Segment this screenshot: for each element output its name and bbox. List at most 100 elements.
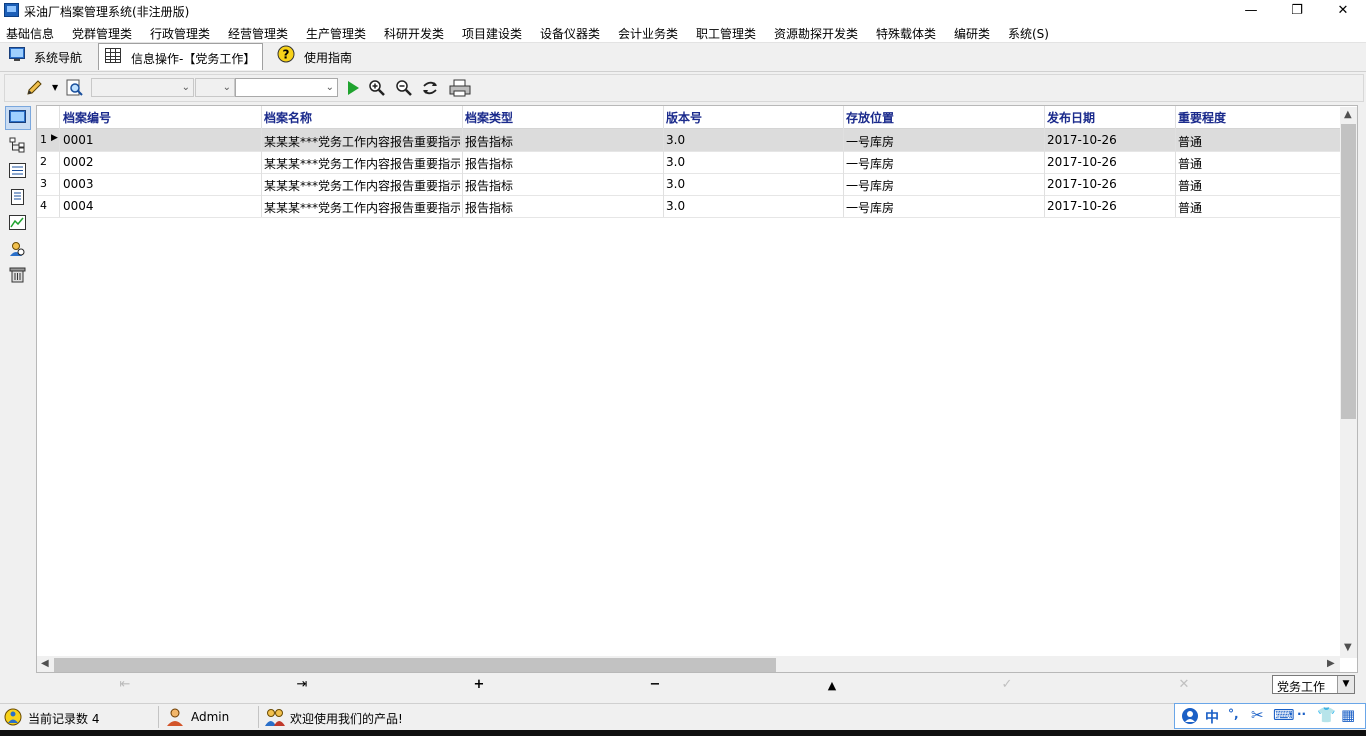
add-record-icon[interactable]: + xyxy=(469,677,489,692)
recycle-bin-icon[interactable] xyxy=(9,267,26,283)
menu-item-basic[interactable]: 基础信息 xyxy=(6,25,54,42)
ime-logo-icon[interactable] xyxy=(1181,707,1199,725)
menu-item-project[interactable]: 项目建设类 xyxy=(462,25,522,42)
cell-level[interactable]: 普通 xyxy=(1178,177,1338,194)
cell-id[interactable]: 0003 xyxy=(63,177,259,191)
horizontal-scroll-thumb[interactable] xyxy=(54,658,776,672)
ime-punctuation[interactable]: °, xyxy=(1228,707,1239,721)
document-icon[interactable] xyxy=(9,189,26,205)
menu-item-system[interactable]: 系统(S) xyxy=(1008,25,1049,42)
cell-location[interactable]: 一号库房 xyxy=(846,155,1042,172)
edit-record-icon[interactable]: ▲ xyxy=(822,679,842,692)
cancel-record-icon[interactable]: ✕ xyxy=(1174,677,1194,692)
column-header-id[interactable]: 档案编号 xyxy=(63,109,259,126)
zoom-in-icon[interactable] xyxy=(368,79,386,97)
menu-item-equipment[interactable]: 设备仪器类 xyxy=(540,25,600,42)
skin-shirt-icon[interactable]: 👕 xyxy=(1317,706,1336,724)
value-select[interactable]: ⌄ xyxy=(235,78,338,97)
cell-level[interactable]: 普通 xyxy=(1178,155,1338,172)
cell-type[interactable]: 报告指标 xyxy=(465,133,661,150)
operator-select[interactable]: ⌄ xyxy=(195,78,235,97)
tree-structure-icon[interactable] xyxy=(9,137,26,153)
close-button[interactable]: ✕ xyxy=(1320,0,1366,22)
edit-pencil-icon[interactable] xyxy=(25,79,43,97)
tab-info-operation[interactable]: 信息操作-【党务工作】 xyxy=(98,43,263,70)
last-record-icon[interactable]: ⇥ xyxy=(292,677,312,692)
grid-menu-icon[interactable]: ▦ xyxy=(1341,706,1355,724)
ime-tools-icon[interactable]: ✂ xyxy=(1251,706,1264,724)
cell-date[interactable]: 2017-10-26 xyxy=(1047,133,1173,147)
cell-id[interactable]: 0001 xyxy=(63,133,259,147)
search-doc-icon[interactable] xyxy=(66,79,84,97)
cell-version[interactable]: 3.0 xyxy=(666,133,841,147)
column-header-level[interactable]: 重要程度 xyxy=(1178,109,1338,126)
cell-level[interactable]: 普通 xyxy=(1178,133,1338,150)
menu-item-staff[interactable]: 职工管理类 xyxy=(696,25,756,42)
zoom-out-icon[interactable] xyxy=(395,79,413,97)
cell-date[interactable]: 2017-10-26 xyxy=(1047,199,1173,213)
scroll-down-arrow-icon[interactable]: ▼ xyxy=(1344,642,1352,653)
chart-icon[interactable] xyxy=(9,215,26,231)
cell-location[interactable]: 一号库房 xyxy=(846,177,1042,194)
table-row[interactable]: 2 0002 某某某***党务工作内容报告重要指示 报告指标 3.0 一号库房 … xyxy=(37,151,1342,174)
column-header-version[interactable]: 版本号 xyxy=(666,109,841,126)
refresh-icon[interactable] xyxy=(421,79,439,97)
menu-item-admin[interactable]: 行政管理类 xyxy=(150,25,210,42)
delete-record-icon[interactable]: − xyxy=(645,677,665,692)
chevron-down-icon[interactable]: ▼ xyxy=(52,83,58,92)
column-header-name[interactable]: 档案名称 xyxy=(264,109,460,126)
cell-type[interactable]: 报告指标 xyxy=(465,177,661,194)
cell-date[interactable]: 2017-10-26 xyxy=(1047,177,1173,191)
menu-item-production[interactable]: 生产管理类 xyxy=(306,25,366,42)
ime-dots[interactable]: ·· xyxy=(1297,707,1306,721)
cell-level[interactable]: 普通 xyxy=(1178,199,1338,216)
cell-id[interactable]: 0004 xyxy=(63,199,259,213)
post-record-icon[interactable]: ✓ xyxy=(997,677,1017,692)
tab-user-guide[interactable]: ? 使用指南 xyxy=(272,43,358,70)
field-select[interactable]: ⌄ xyxy=(91,78,194,97)
print-icon[interactable] xyxy=(449,79,471,97)
column-header-type[interactable]: 档案类型 xyxy=(465,109,661,126)
menu-item-research[interactable]: 科研开发类 xyxy=(384,25,444,42)
vertical-scroll-thumb[interactable] xyxy=(1341,124,1356,419)
cell-version[interactable]: 3.0 xyxy=(666,155,841,169)
column-header-date[interactable]: 发布日期 xyxy=(1047,109,1173,126)
table-row[interactable]: 1 ▶ 0001 某某某***党务工作内容报告重要指示 报告指标 3.0 一号库… xyxy=(37,129,1342,152)
table-row[interactable]: 3 0003 某某某***党务工作内容报告重要指示 报告指标 3.0 一号库房 … xyxy=(37,173,1342,196)
menu-item-special[interactable]: 特殊载体类 xyxy=(876,25,936,42)
scroll-left-arrow-icon[interactable]: ◀ xyxy=(41,658,49,669)
play-query-icon[interactable] xyxy=(344,79,362,97)
table-row[interactable]: 4 0004 某某某***党务工作内容报告重要指示 报告指标 3.0 一号库房 … xyxy=(37,195,1342,218)
cell-name[interactable]: 某某某***党务工作内容报告重要指示 xyxy=(264,199,460,216)
cell-id[interactable]: 0002 xyxy=(63,155,259,169)
menu-item-party[interactable]: 党群管理类 xyxy=(72,25,132,42)
cell-version[interactable]: 3.0 xyxy=(666,199,841,213)
cell-type[interactable]: 报告指标 xyxy=(465,199,661,216)
chevron-down-icon[interactable]: ▼ xyxy=(1337,676,1354,693)
restore-button[interactable]: ❐ xyxy=(1274,0,1320,22)
cell-name[interactable]: 某某某***党务工作内容报告重要指示 xyxy=(264,155,460,172)
category-filter-select[interactable]: 党务工作 ▼ xyxy=(1272,675,1355,694)
minimize-button[interactable]: — xyxy=(1228,0,1274,22)
list-view-icon[interactable] xyxy=(9,163,26,179)
menu-item-compilation[interactable]: 编研类 xyxy=(954,25,990,42)
tab-system-nav[interactable]: 系统导航 xyxy=(4,43,92,70)
cell-location[interactable]: 一号库房 xyxy=(846,133,1042,150)
column-header-location[interactable]: 存放位置 xyxy=(846,109,1042,126)
scroll-up-arrow-icon[interactable]: ▲ xyxy=(1344,109,1352,120)
cell-type[interactable]: 报告指标 xyxy=(465,155,661,172)
menu-item-resources[interactable]: 资源勘探开发类 xyxy=(774,25,858,42)
cell-date[interactable]: 2017-10-26 xyxy=(1047,155,1173,169)
menu-item-business[interactable]: 经营管理类 xyxy=(228,25,288,42)
cell-location[interactable]: 一号库房 xyxy=(846,199,1042,216)
cell-name[interactable]: 某某某***党务工作内容报告重要指示 xyxy=(264,133,460,150)
cell-name[interactable]: 某某某***党务工作内容报告重要指示 xyxy=(264,177,460,194)
ime-language[interactable]: 中 xyxy=(1205,707,1219,727)
scroll-right-arrow-icon[interactable]: ▶ xyxy=(1327,658,1335,669)
first-record-icon[interactable]: ⇤ xyxy=(115,677,135,692)
cell-version[interactable]: 3.0 xyxy=(666,177,841,191)
user-search-icon[interactable] xyxy=(9,241,26,257)
menu-item-accounting[interactable]: 会计业务类 xyxy=(618,25,678,42)
keyboard-icon[interactable]: ⌨ xyxy=(1273,706,1295,724)
monitor-icon[interactable] xyxy=(9,110,26,126)
